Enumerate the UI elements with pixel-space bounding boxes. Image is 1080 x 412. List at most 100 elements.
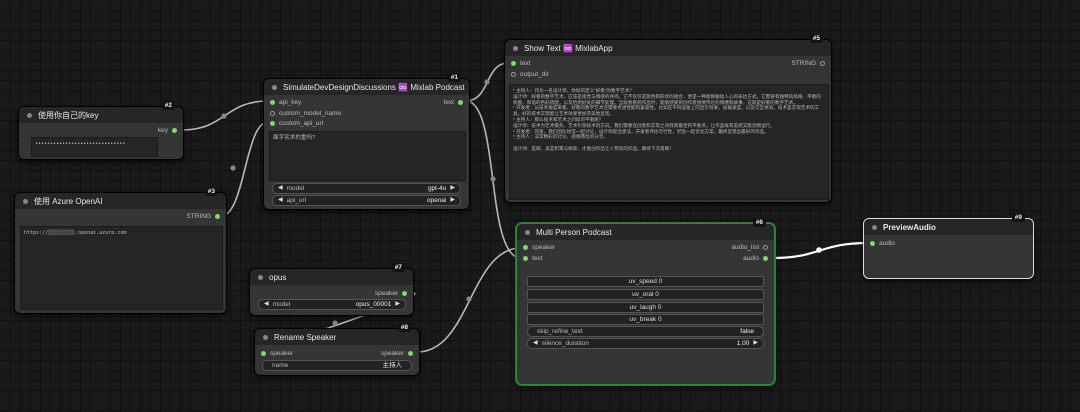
slot-dot-icon[interactable] xyxy=(511,71,516,77)
slot-dot-icon[interactable] xyxy=(172,127,177,133)
node-header[interactable]: SimulateDevDesignDiscussions ♾️ Mixlab P… xyxy=(264,79,469,95)
arrow-right-icon[interactable]: ▶ xyxy=(450,184,455,193)
uv-laugh-field[interactable]: uv_laugh 0 xyxy=(527,302,764,313)
collapse-dot-icon[interactable] xyxy=(513,45,518,51)
widget-label: model xyxy=(272,301,291,308)
collapse-dot-icon[interactable] xyxy=(23,198,28,204)
collapse-dot-icon[interactable] xyxy=(525,229,530,235)
wire-multi-audio-to-preview xyxy=(771,241,869,260)
skip-refine-text-toggle[interactable]: skip_refine_text false xyxy=(527,326,764,337)
uv-oral-field[interactable]: uv_oral 0 xyxy=(527,289,764,300)
collapse-dot-icon[interactable] xyxy=(272,84,277,90)
slot-dot-icon[interactable] xyxy=(261,350,266,356)
node-title: 使用你自己的key xyxy=(38,110,99,120)
node-header[interactable]: PreviewAudio xyxy=(864,219,1033,235)
collapse-dot-icon[interactable] xyxy=(27,112,32,118)
input-slot-custom-api-url[interactable]: custom_api_url xyxy=(270,119,323,128)
slot-dot-icon[interactable] xyxy=(763,255,768,261)
output-slot-string[interactable]: STRING xyxy=(791,59,825,68)
wire-reroute-dot xyxy=(816,247,822,253)
slot-label: speaker xyxy=(374,290,398,297)
uv-break-field[interactable]: uv_break 0 xyxy=(527,314,764,325)
arrow-right-icon[interactable]: ▶ xyxy=(395,300,400,309)
slot-dot-icon[interactable] xyxy=(458,99,463,105)
input-slot-audio[interactable]: audio xyxy=(870,239,895,248)
slot-dot-icon[interactable] xyxy=(408,350,413,356)
collapse-dot-icon[interactable] xyxy=(872,224,877,230)
slot-dot-icon[interactable] xyxy=(523,255,528,261)
node-id-badge: #8 xyxy=(397,323,411,332)
node-header[interactable]: 使用你自己的key xyxy=(19,107,183,123)
prompt-textarea[interactable]: 面字实术的重吗? xyxy=(269,131,466,181)
collapse-dot-icon[interactable] xyxy=(263,334,268,340)
node-show-text[interactable]: #5 Show Text ♾️ MixlabApp text output_di… xyxy=(504,34,832,203)
key-textarea[interactable]: •••••••••••••••••••••••••••••• xyxy=(31,137,158,157)
slot-dot-icon[interactable] xyxy=(763,244,768,250)
collapse-dot-icon[interactable] xyxy=(258,274,263,280)
node-preview-audio[interactable]: #9 PreviewAudio audio xyxy=(863,213,1034,279)
node-title: PreviewAudio xyxy=(883,222,936,232)
node-header[interactable]: opus xyxy=(250,269,413,285)
input-slot-text[interactable]: text xyxy=(523,254,542,263)
input-slot-speaker[interactable]: speaker xyxy=(523,243,555,252)
slot-label: STRING xyxy=(186,213,211,220)
node-multi-person-podcast[interactable]: #6 Multi Person Podcast speaker text aud… xyxy=(516,218,775,385)
speaker-name-field[interactable]: name 主持人 xyxy=(262,360,412,371)
slot-label: audio xyxy=(879,240,895,247)
slot-dot-icon[interactable] xyxy=(270,110,275,116)
slot-dot-icon[interactable] xyxy=(270,120,275,126)
node-simulate-dev-design[interactable]: #1 SimulateDevDesignDiscussions ♾️ Mixla… xyxy=(263,73,470,210)
node-header[interactable]: Multi Person Podcast xyxy=(517,224,774,240)
node-header[interactable]: Rename Speaker xyxy=(255,329,419,345)
slot-label: speaker xyxy=(380,350,404,357)
output-slot-speaker[interactable]: speaker xyxy=(381,349,413,358)
input-slot-api-key[interactable]: api_key xyxy=(270,98,301,107)
arrow-right-icon[interactable]: ▶ xyxy=(753,339,758,348)
widget-label: model xyxy=(286,185,305,192)
opus-model-combo[interactable]: ◀ model opus_00001 ▶ xyxy=(258,299,406,310)
input-slot-output-dir[interactable]: output_dir xyxy=(511,70,549,79)
slot-dot-icon[interactable] xyxy=(870,240,875,246)
node-title: Show Text ♾️ MixlabApp xyxy=(524,43,613,53)
silence-duration-stepper[interactable]: ◀ silence_duration 1.00 ▶ xyxy=(527,338,764,349)
node-use-own-key[interactable]: #2 使用你自己的key key •••••••••••••••••••••••… xyxy=(18,101,184,160)
slot-dot-icon[interactable] xyxy=(523,244,528,250)
slot-label: speaker xyxy=(532,244,556,251)
arrow-right-icon[interactable]: ▶ xyxy=(450,196,455,205)
slot-label: custom_model_name xyxy=(279,110,342,117)
uv-speed-field[interactable]: uv_speed 0 xyxy=(527,276,764,287)
slot-dot-icon[interactable] xyxy=(402,290,407,296)
slot-label: key xyxy=(157,127,168,134)
podcast-script-textarea[interactable]: * 主持人：作为一名设计师，你如何定义“好看”的数字艺术？ 设计师：好看的数字艺… xyxy=(509,84,829,200)
node-header[interactable]: Show Text ♾️ MixlabApp xyxy=(505,40,831,56)
output-slot-text[interactable]: text xyxy=(444,98,463,107)
slot-label: speaker xyxy=(270,350,294,357)
output-slot-key[interactable]: key xyxy=(158,126,177,135)
widget-value: openai xyxy=(426,197,447,204)
widget-label: name xyxy=(272,362,289,369)
node-id-badge: #2 xyxy=(161,101,175,110)
slot-dot-icon[interactable] xyxy=(215,213,220,219)
output-slot-string[interactable]: STRING xyxy=(186,212,220,221)
slot-dot-icon[interactable] xyxy=(511,60,516,66)
input-slot-custom-model-name[interactable]: custom_model_name xyxy=(270,109,341,118)
output-slot-speaker[interactable]: speaker xyxy=(375,289,407,298)
azure-url-textarea[interactable]: https://░░░░░░░░░.openai.azure.com xyxy=(20,226,223,310)
model-combo[interactable]: ◀ model gpt-4o ▶ xyxy=(272,183,461,194)
node-opus[interactable]: #7 opus speaker ◀ model opus_00001 ▶ xyxy=(249,263,414,316)
node-id-badge: #9 xyxy=(1011,213,1025,222)
input-slot-speaker[interactable]: speaker xyxy=(261,349,293,358)
slot-dot-icon[interactable] xyxy=(270,99,275,105)
widget-value: false xyxy=(740,328,754,335)
node-rename-speaker[interactable]: #8 Rename Speaker speaker speaker name 主持… xyxy=(254,323,420,376)
node-header[interactable]: 使用 Azure OpenAI xyxy=(15,193,226,209)
wire-reroute-dot xyxy=(466,296,472,302)
slot-dot-icon[interactable] xyxy=(820,60,825,66)
output-slot-audio[interactable]: audio xyxy=(743,254,768,263)
widget-value: gpt-4o xyxy=(427,185,447,192)
output-slot-audio-list[interactable]: audio_list xyxy=(732,243,768,252)
input-slot-text[interactable]: text xyxy=(511,59,530,68)
api-url-combo[interactable]: ◀ api_url openai ▶ xyxy=(272,195,461,206)
node-azure-openai[interactable]: #3 使用 Azure OpenAI STRING https://░░░░░░… xyxy=(14,187,227,314)
wire-reroute-dot xyxy=(230,165,236,171)
